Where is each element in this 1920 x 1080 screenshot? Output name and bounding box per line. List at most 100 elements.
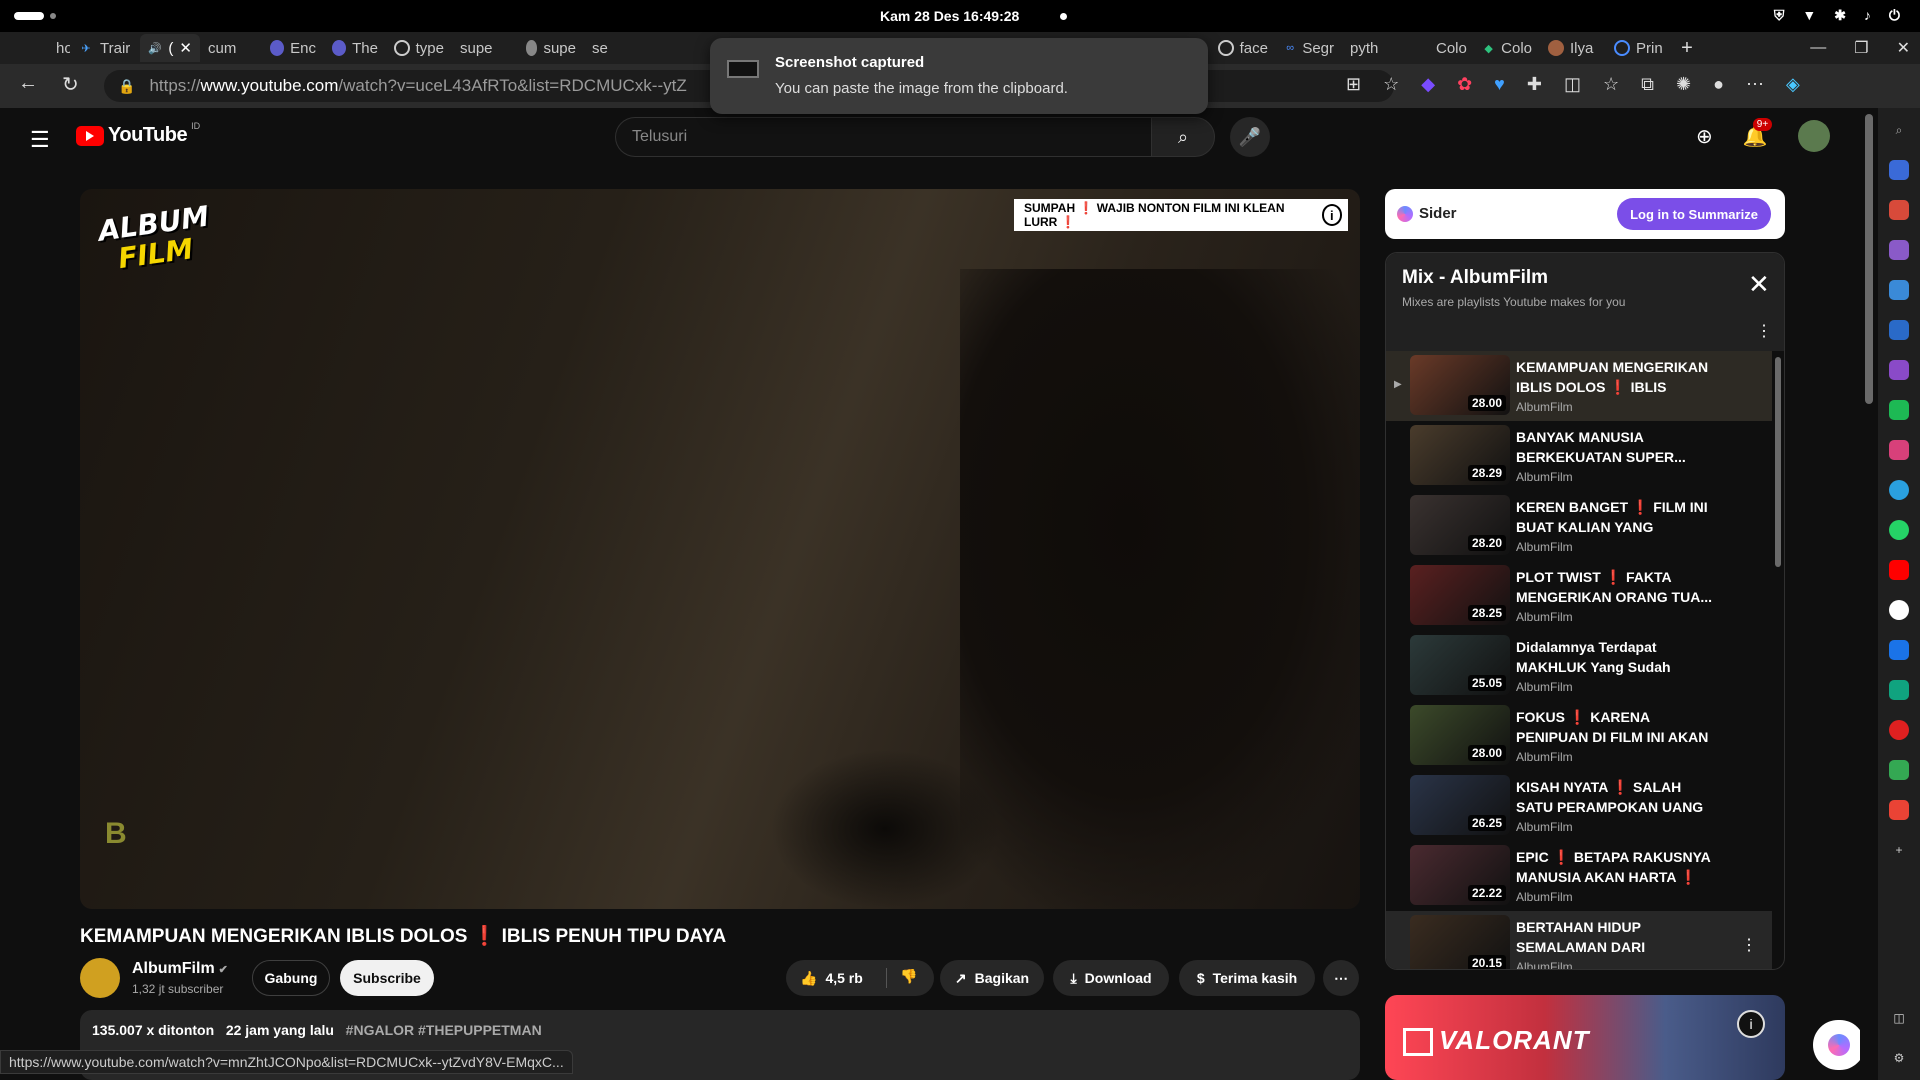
shield-icon[interactable]: ⛨ [1774, 7, 1785, 24]
join-button[interactable]: Gabung [252, 960, 330, 996]
browser-tab[interactable]: face [1210, 34, 1276, 62]
like-button[interactable]: 👍 4,5 rb 👎 [786, 960, 934, 996]
system-tray[interactable]: ⛨ ▼ ✱ ♪ ⏻ [1774, 7, 1900, 24]
close-playlist-icon[interactable]: ✕ [1748, 269, 1770, 300]
volume-icon[interactable]: ♪ [1864, 7, 1871, 24]
whatsapp-icon[interactable] [1889, 520, 1909, 540]
playlist-item[interactable]: 26.25 KISAH NYATA ❗ SALAH SATU PERAMPOKAN… [1386, 771, 1772, 841]
create-video-icon[interactable]: ⊕ [1696, 124, 1713, 149]
outlook-icon[interactable] [1889, 320, 1909, 340]
browser-tab[interactable]: supe [518, 34, 584, 62]
tab-close-icon[interactable]: ✕ [179, 39, 192, 57]
share-button[interactable]: ↗ Bagikan [940, 960, 1044, 996]
search-input[interactable]: Telusuri [615, 117, 1151, 157]
lock-icon[interactable]: 🔒 [118, 78, 135, 95]
browser-tab[interactable]: type [386, 34, 452, 62]
scrollbar-thumb[interactable] [1865, 114, 1873, 404]
new-tab-button[interactable]: + [1672, 37, 1702, 60]
notifications-bell-icon[interactable]: 🔔 9+ [1743, 117, 1773, 149]
playlist-item[interactable]: 22.22 EPIC ❗ BETAPA RAKUSNYA MANUSIA AKAN… [1386, 841, 1772, 911]
playlist-menu-icon[interactable]: ⋮ [1756, 321, 1772, 341]
ad-info-icon[interactable]: i [1737, 1010, 1765, 1038]
video-thumbnail[interactable]: 28.29 [1410, 425, 1510, 485]
video-thumbnail[interactable]: 20.15 [1410, 915, 1510, 969]
instagram-icon[interactable] [1889, 440, 1909, 460]
browser-tab[interactable]: pyth [1342, 34, 1408, 62]
profile-icon[interactable]: ● [1713, 74, 1724, 95]
video-thumbnail[interactable]: 26.25 [1410, 775, 1510, 835]
calendar-icon[interactable] [1889, 640, 1909, 660]
star-icon[interactable]: ☆ [1383, 74, 1399, 95]
hamburger-menu-icon[interactable]: ☰ [30, 127, 50, 153]
playlist-item[interactable]: 20.15 BERTAHAN HIDUP SEMALAMAN DARI HARIM… [1386, 911, 1772, 969]
item-menu-icon[interactable]: ⋮ [1741, 935, 1757, 955]
split-screen-icon[interactable]: ◫ [1564, 74, 1581, 95]
extension-icon[interactable]: ◆ [1421, 74, 1435, 95]
close-window-icon[interactable]: ✕ [1897, 38, 1910, 58]
telegram-icon[interactable] [1889, 480, 1909, 500]
sidebar-layout-icon[interactable]: ◫ [1889, 1008, 1909, 1028]
voice-search-button[interactable]: 🎤 [1230, 117, 1270, 157]
playlist-item[interactable]: 28.29 BANYAK MANUSIA BERKEKUATAN SUPER...… [1386, 421, 1772, 491]
extension-icon[interactable]: ♥ [1494, 74, 1505, 95]
video-thumbnail[interactable]: 25.05 [1410, 635, 1510, 695]
video-thumbnail[interactable]: 28.20 [1410, 495, 1510, 555]
search-icon[interactable]: ⌕ [1889, 120, 1909, 140]
activities-button[interactable] [14, 12, 44, 20]
channel-name[interactable]: AlbumFilm ✔ [132, 960, 228, 978]
browser-tab[interactable]: cum [200, 34, 262, 62]
browser-tab[interactable]: ✈ Trair [70, 34, 140, 62]
toolbox-icon[interactable] [1889, 200, 1909, 220]
puzzle-icon[interactable]: ✚ [1527, 74, 1542, 95]
grid-icon[interactable]: ⊞ [1346, 74, 1361, 95]
playlist-title[interactable]: Mix - AlbumFilm [1402, 267, 1548, 289]
video-thumbnail[interactable]: 28.25 [1410, 565, 1510, 625]
playlist-scrollbar[interactable] [1775, 357, 1781, 567]
browser-tab[interactable]: Prin [1606, 34, 1672, 62]
more-icon[interactable]: ⋯ [1746, 74, 1764, 95]
designer-icon[interactable] [1889, 360, 1909, 380]
download-button[interactable]: ⤓ Download [1053, 960, 1169, 996]
browser-tab[interactable]: The [324, 34, 386, 62]
browser-tab[interactable]: se [584, 34, 632, 62]
power-icon[interactable]: ⏻ [1889, 7, 1900, 24]
subscribe-button[interactable]: Subscribe [340, 960, 434, 996]
settings-gear-icon[interactable]: ⚙ [1889, 1048, 1909, 1068]
playlist-item[interactable]: 25.05 Didalamnya Terdapat MAKHLUK Yang Su… [1386, 631, 1772, 701]
sider-floating-button[interactable] [1813, 1020, 1865, 1070]
favorites-icon[interactable]: ☆ [1603, 74, 1619, 95]
browser-tab[interactable]: Enc [262, 34, 324, 62]
media-icon[interactable] [1889, 720, 1909, 740]
spotify-icon[interactable] [1889, 400, 1909, 420]
playlist-item-title[interactable]: Didalamnya Terdapat MAKHLUK Yang Sudah H… [1516, 637, 1716, 677]
thumbs-down-icon[interactable]: 👎 [900, 968, 917, 985]
playlist-item[interactable]: ▶ 28.00 KEMAMPUAN MENGERIKAN IBLIS DOLOS ❗… [1386, 351, 1772, 421]
playlist-item-title[interactable]: PLOT TWIST ❗ FAKTA MENGERIKAN ORANG TUA.… [1516, 567, 1716, 607]
valorant-ad[interactable]: VALORANT i [1385, 995, 1785, 1080]
browser-tab-active[interactable]: 🔊 (✕ [140, 34, 200, 62]
channel-avatar[interactable] [80, 958, 120, 998]
browser-tab[interactable]: Ilya [1540, 34, 1606, 62]
playlist-item-title[interactable]: BERTAHAN HIDUP SEMALAMAN DARI HARIMA... [1516, 917, 1716, 957]
playlist-item[interactable]: 28.25 PLOT TWIST ❗ FAKTA MENGERIKAN ORANG… [1386, 561, 1772, 631]
back-icon[interactable]: ← [18, 72, 38, 95]
bluetooth-icon[interactable]: ✱ [1834, 7, 1846, 24]
browser-tab[interactable]: ◆ Colo [1474, 34, 1540, 62]
reload-icon[interactable]: ↻ [62, 72, 79, 97]
playlist-item-title[interactable]: FOKUS ❗ KARENA PENIPUAN DI FILM INI AKAN… [1516, 707, 1716, 747]
browser-tab[interactable]: Colo [1408, 34, 1474, 62]
gmail-icon[interactable] [1889, 800, 1909, 820]
chatgpt-icon[interactable] [1889, 680, 1909, 700]
restore-icon[interactable]: ❐ [1854, 38, 1868, 58]
playlist-item-title[interactable]: EPIC ❗ BETAPA RAKUSNYA MANUSIA AKAN HART… [1516, 847, 1716, 887]
video-thumbnail[interactable]: 22.22 [1410, 845, 1510, 905]
user-avatar[interactable] [1797, 120, 1830, 152]
video-card-banner[interactable]: SUMPAH ❗ WAJIB NONTON FILM INI KLEAN LUR… [1014, 199, 1348, 231]
thanks-button[interactable]: $ Terima kasih [1179, 960, 1315, 996]
screenshot-toast[interactable]: Screenshot captured You can paste the im… [710, 38, 1208, 114]
browser-tab[interactable]: supe [452, 34, 518, 62]
browser-tab[interactable]: how [0, 34, 70, 62]
add-sidebar-app-icon[interactable]: + [1889, 840, 1909, 860]
playlist-item-title[interactable]: KEREN BANGET ❗ FILM INI BUAT KALIAN YANG… [1516, 497, 1716, 537]
more-actions-button[interactable]: ⋯ [1323, 960, 1359, 996]
